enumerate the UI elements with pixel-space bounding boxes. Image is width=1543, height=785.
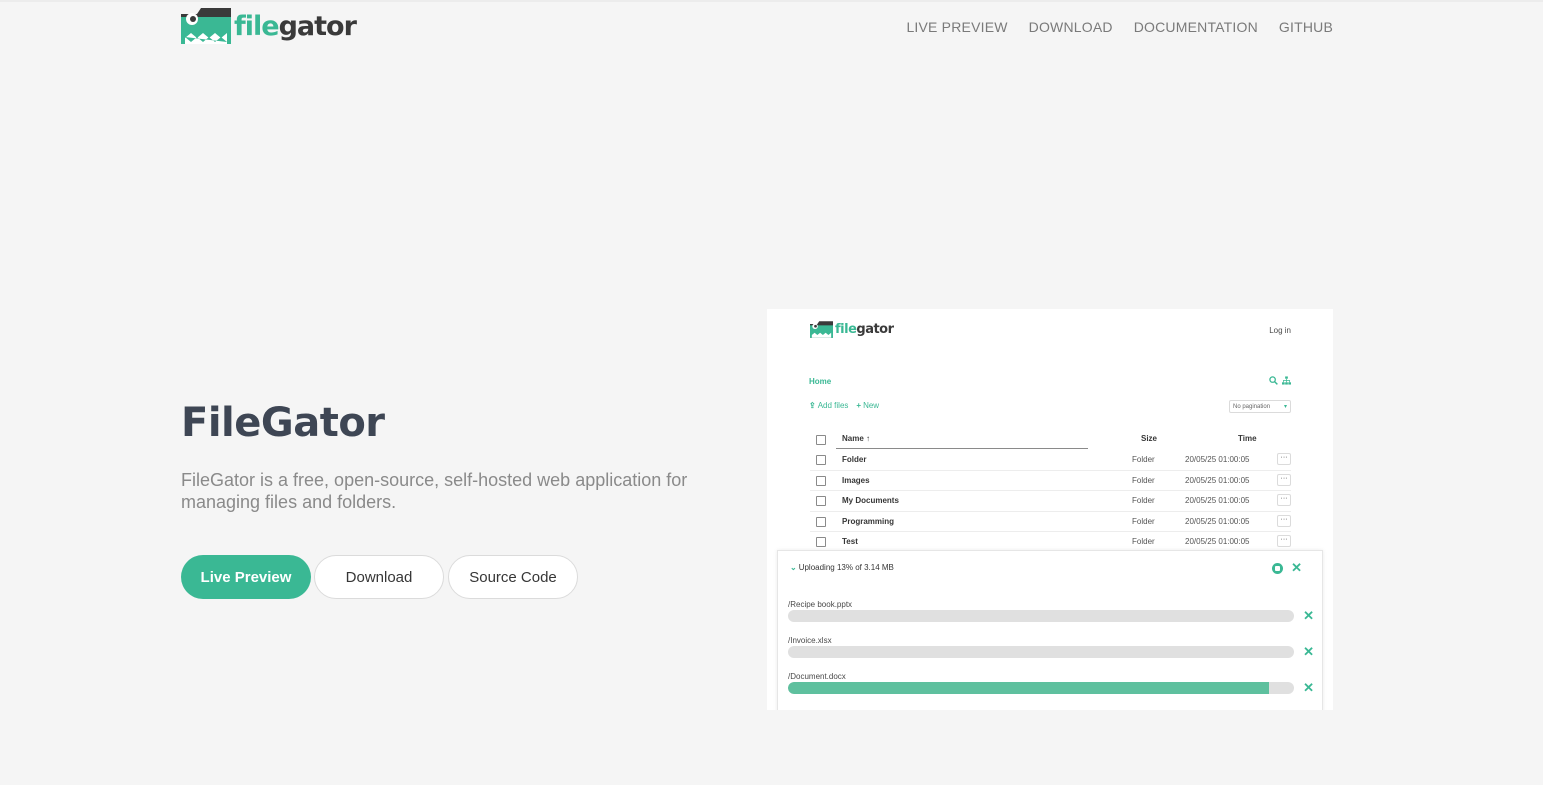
table-row: Images Folder 20/05/25 01:00:05 ··· [810, 471, 1291, 492]
more-icon: ··· [1277, 453, 1291, 466]
upload-file: /Recipe book.pptx ✕ [788, 600, 1314, 626]
row-time: 20/05/25 01:00:05 [1185, 516, 1250, 526]
file-table: Name ↑ Size Time Folder Folder 20/05/25 … [810, 430, 1291, 553]
column-time: Time [1238, 434, 1257, 443]
top-border [0, 0, 1543, 2]
row-name: Images [842, 475, 870, 485]
row-time: 20/05/25 01:00:05 [1185, 536, 1250, 546]
hero-title: FileGator [181, 400, 385, 446]
chevron-down-icon: ⌄ [790, 563, 797, 572]
close-icon: ✕ [1303, 680, 1314, 695]
screenshot-logo: filegator [810, 321, 894, 338]
new-action: + New [856, 401, 880, 410]
row-name: My Documents [842, 496, 899, 506]
filegator-logo-icon [810, 321, 833, 338]
nav-github[interactable]: GITHUB [1279, 19, 1333, 35]
upload-file: /Invoice.xlsx ✕ [788, 636, 1314, 662]
site-header: filegator LIVE PREVIEW DOWNLOAD DOCUMENT… [181, 6, 1333, 48]
upload-file-name: /Document.docx [788, 672, 846, 681]
row-name: Programming [842, 516, 895, 526]
source-code-button[interactable]: Source Code [448, 555, 578, 599]
row-checkbox [816, 536, 826, 547]
upload-progress-bar [788, 610, 1294, 622]
hero-description: FileGator is a free, open-source, self-h… [181, 470, 688, 512]
add-files-action: ⇪ Add files [809, 401, 849, 410]
table-row: Programming Folder 20/05/25 01:00:05 ··· [810, 512, 1291, 532]
row-size: Folder [1132, 536, 1155, 546]
upload-progress-bar [788, 646, 1294, 658]
column-size: Size [1141, 434, 1158, 443]
pagination-select: No pagination ▾ [1229, 400, 1291, 413]
more-icon: ··· [1277, 473, 1291, 486]
upload-status: ⌄ Uploading 13% of 3.14 MB [790, 563, 894, 572]
upload-file: /Document.docx ✕ [788, 672, 1314, 698]
select-all-checkbox [816, 435, 826, 445]
site-logo[interactable]: filegator [181, 8, 357, 44]
nav-documentation[interactable]: DOCUMENTATION [1134, 19, 1258, 35]
sitemap-icon [1282, 376, 1291, 385]
toolbar-icons [1269, 376, 1291, 385]
row-time: 20/05/25 01:00:05 [1185, 496, 1250, 506]
upload-panel: ⌄ Uploading 13% of 3.14 MB ✕ /Recipe book… [777, 550, 1323, 710]
login-link: Log in [1269, 326, 1291, 335]
row-checkbox [816, 496, 826, 507]
upload-file-name: /Recipe book.pptx [788, 600, 853, 609]
file-actions: ⇪ Add files + New [809, 401, 879, 410]
row-size: Folder [1132, 516, 1155, 526]
logo-wordmark: filegator [234, 10, 357, 42]
row-name: Test [842, 536, 858, 546]
nav-download[interactable]: DOWNLOAD [1029, 19, 1113, 35]
plus-icon: + [856, 401, 862, 410]
close-icon: ✕ [1303, 644, 1314, 659]
search-icon [1269, 376, 1278, 385]
pause-icon [1272, 563, 1283, 574]
close-icon: ✕ [1291, 560, 1302, 575]
row-size: Folder [1132, 475, 1155, 485]
row-size: Folder [1132, 496, 1155, 506]
more-icon: ··· [1277, 534, 1291, 547]
breadcrumb-home: Home [809, 377, 832, 386]
column-underline [836, 448, 1088, 449]
row-checkbox [816, 475, 826, 486]
sort-up-icon: ↑ [866, 434, 871, 443]
row-time: 20/05/25 01:00:05 [1185, 475, 1250, 485]
column-name: Name ↑ [842, 434, 871, 443]
more-icon: ··· [1277, 494, 1291, 507]
more-icon: ··· [1277, 514, 1291, 527]
upload-icon: ⇪ [809, 401, 816, 410]
table-header: Name ↑ Size Time [810, 430, 1291, 450]
table-row: My Documents Folder 20/05/25 01:00:05 ··… [810, 491, 1291, 512]
upload-progress-bar [788, 682, 1294, 694]
row-size: Folder [1132, 455, 1155, 465]
upload-file-name: /Invoice.xlsx [788, 636, 832, 645]
upload-progress-fill [788, 682, 1269, 694]
app-screenshot: filegator Log in Home ⇪ Add files + New No… [767, 309, 1333, 710]
chevron-down-icon: ▾ [1283, 404, 1287, 410]
download-button[interactable]: Download [314, 555, 444, 599]
nav-live-preview[interactable]: LIVE PREVIEW [906, 19, 1007, 35]
live-preview-button[interactable]: Live Preview [181, 555, 311, 599]
screenshot-logo-wordmark: filegator [835, 322, 894, 337]
row-time: 20/05/25 01:00:05 [1185, 455, 1250, 465]
table-row: Folder Folder 20/05/25 01:00:05 ··· [810, 450, 1291, 471]
row-name: Folder [842, 455, 867, 465]
filegator-logo-icon [181, 8, 231, 44]
row-checkbox [816, 516, 826, 527]
main-nav: LIVE PREVIEW DOWNLOAD DOCUMENTATION GITH… [906, 19, 1333, 35]
row-checkbox [816, 455, 826, 466]
close-icon: ✕ [1303, 608, 1314, 623]
